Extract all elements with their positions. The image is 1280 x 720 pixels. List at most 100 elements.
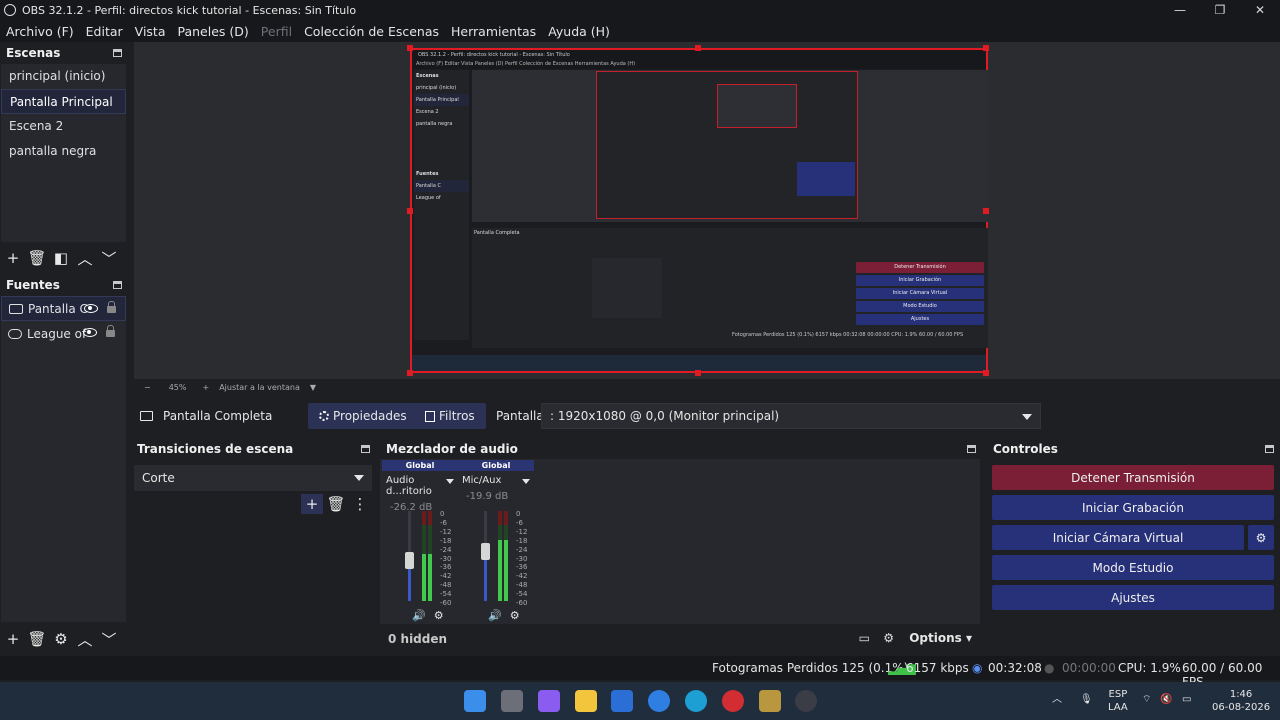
speaker-icon[interactable]: 🔊 [412,609,426,622]
fit-window-select[interactable]: Ajustar a la ventana [219,383,300,392]
channel-name[interactable]: Audio d...ritorio [382,475,458,497]
help-icon[interactable] [648,690,670,712]
undock-icon[interactable] [1265,445,1274,453]
task-view-icon[interactable] [501,690,523,712]
meter-tick-label: -48 [440,581,452,590]
zoom-in-icon[interactable]: + [202,383,209,392]
windows-start-icon[interactable] [464,690,486,712]
edge-browser-icon[interactable] [685,690,707,712]
undock-icon[interactable] [113,281,122,289]
menu-herramientas[interactable]: Herramientas [445,24,542,39]
wifi-icon[interactable]: ⌔ [1142,693,1151,706]
scene-item-selected[interactable]: Pantalla Principal [1,89,126,114]
channel-settings-icon[interactable]: ⚙ [510,609,520,622]
scene-item[interactable]: pantalla negra [1,139,126,164]
cpu-usage: CPU: 1.9% [1118,661,1181,675]
app-red-icon[interactable] [722,690,744,712]
menu-archivo[interactable]: Archivo (F) [0,24,80,39]
layout-icon[interactable]: ▭ [859,631,870,645]
resize-handle[interactable] [695,370,701,376]
add-scene-icon[interactable]: + [2,248,24,268]
settings-button[interactable]: Ajustes [992,585,1274,610]
stop-stream-button[interactable]: Detener Transmisión [992,465,1274,490]
meter-tick-label: -60 [440,599,452,608]
channel-settings-icon[interactable]: ⚙ [434,609,444,622]
source-item[interactable]: League of [1,321,126,346]
visibility-eye-icon[interactable] [83,328,97,337]
move-down-icon[interactable]: ﹀ [98,629,120,649]
virtual-camera-gear-icon[interactable]: ⚙ [1248,525,1274,550]
resize-handle[interactable] [407,45,413,51]
mixer-title: Mezclador de audio [380,438,982,460]
league-of-legends-icon[interactable] [759,690,781,712]
menu-paneles[interactable]: Paneles (D) [172,24,255,39]
menu-vista[interactable]: Vista [129,24,172,39]
zoom-bar: − 45% + Ajustar a la ventana ▼ [134,379,1280,395]
zoom-out-icon[interactable]: − [144,383,151,392]
volume-knob[interactable] [405,551,414,569]
resize-handle[interactable] [407,370,413,376]
preview-source-frame[interactable]: OBS 32.1.2 - Perfil: directos kick tutor… [410,48,988,373]
transition-select[interactable]: Corte [134,465,372,491]
move-up-icon[interactable]: ︿ [74,248,96,268]
advanced-audio-gear-icon[interactable]: ⚙ [883,631,894,645]
source-item[interactable]: Pantalla C [1,296,126,321]
move-up-icon[interactable]: ︿ [74,629,96,649]
scene-item[interactable]: Escena 2 [1,114,126,139]
chevron-up-icon[interactable]: ︿ [1052,693,1062,706]
copilot-icon[interactable] [538,690,560,712]
more-options-icon[interactable]: ⋮ [349,494,371,514]
display-select[interactable]: : 1920x1080 @ 0,0 (Monitor principal) [541,403,1041,429]
add-source-icon[interactable]: + [2,629,24,649]
add-transition-icon[interactable]: + [301,494,323,514]
undock-icon[interactable] [967,445,976,453]
resize-handle[interactable] [983,45,989,51]
volume-knob[interactable] [481,542,490,560]
menu-editar[interactable]: Editar [80,24,129,39]
volume-slider[interactable] [481,511,490,601]
scene-filters-icon[interactable]: ◧ [50,248,72,268]
language-indicator[interactable]: ESP LAA [1108,688,1128,714]
filters-button[interactable]: Filtros [414,403,486,429]
properties-button[interactable]: Propiedades [308,403,418,429]
minimize-button[interactable]: — [1160,0,1200,20]
undock-icon[interactable] [113,49,122,57]
virtual-camera-button[interactable]: Iniciar Cámara Virtual [992,525,1244,550]
microphone-icon[interactable]: 🎙 [1080,693,1093,706]
resize-handle[interactable] [407,208,413,214]
remove-transition-icon[interactable]: 🗑 [325,494,347,514]
maximize-button[interactable]: ❐ [1200,0,1240,20]
resize-handle[interactable] [695,45,701,51]
channel-name[interactable]: Mic/Aux [458,475,534,486]
start-record-button[interactable]: Iniciar Grabación [992,495,1274,520]
remove-source-icon[interactable]: 🗑 [26,629,48,649]
battery-icon[interactable]: ▭ [1182,693,1191,706]
close-button[interactable]: ✕ [1240,0,1280,20]
move-down-icon[interactable]: ﹀ [98,248,120,268]
lock-icon[interactable] [106,325,115,337]
nested-inner-frame [596,71,858,219]
clock[interactable]: 1:46 06-08-2026 [1212,688,1270,714]
menu-coleccion-escenas[interactable]: Colección de Escenas [298,24,445,39]
resize-handle[interactable] [983,370,989,376]
scene-item[interactable]: principal (inicio) [1,64,126,89]
volume-muted-icon[interactable]: 🔇 [1160,693,1172,706]
nested-bottom-panel: Pantalla Completa Detener Transmisión In… [472,228,988,348]
remove-scene-icon[interactable]: 🗑 [26,248,48,268]
studio-mode-button[interactable]: Modo Estudio [992,555,1274,580]
mail-icon[interactable] [611,690,633,712]
file-explorer-icon[interactable] [575,690,597,712]
chevron-down-icon[interactable]: ▼ [310,383,316,392]
menu-perfil[interactable]: Perfil [255,24,298,39]
resize-handle[interactable] [983,208,989,214]
speaker-icon[interactable]: 🔊 [488,609,502,622]
menu-ayuda[interactable]: Ayuda (H) [542,24,616,39]
undock-icon[interactable] [361,445,370,453]
visibility-eye-icon[interactable] [84,304,98,313]
volume-slider[interactable] [405,511,414,601]
lock-icon[interactable] [107,301,116,313]
options-button[interactable]: Options ▾ [909,631,972,645]
source-properties-gear-icon[interactable]: ⚙ [50,629,72,649]
obs-logo-icon [4,4,16,16]
obs-taskbar-icon[interactable] [795,690,817,712]
